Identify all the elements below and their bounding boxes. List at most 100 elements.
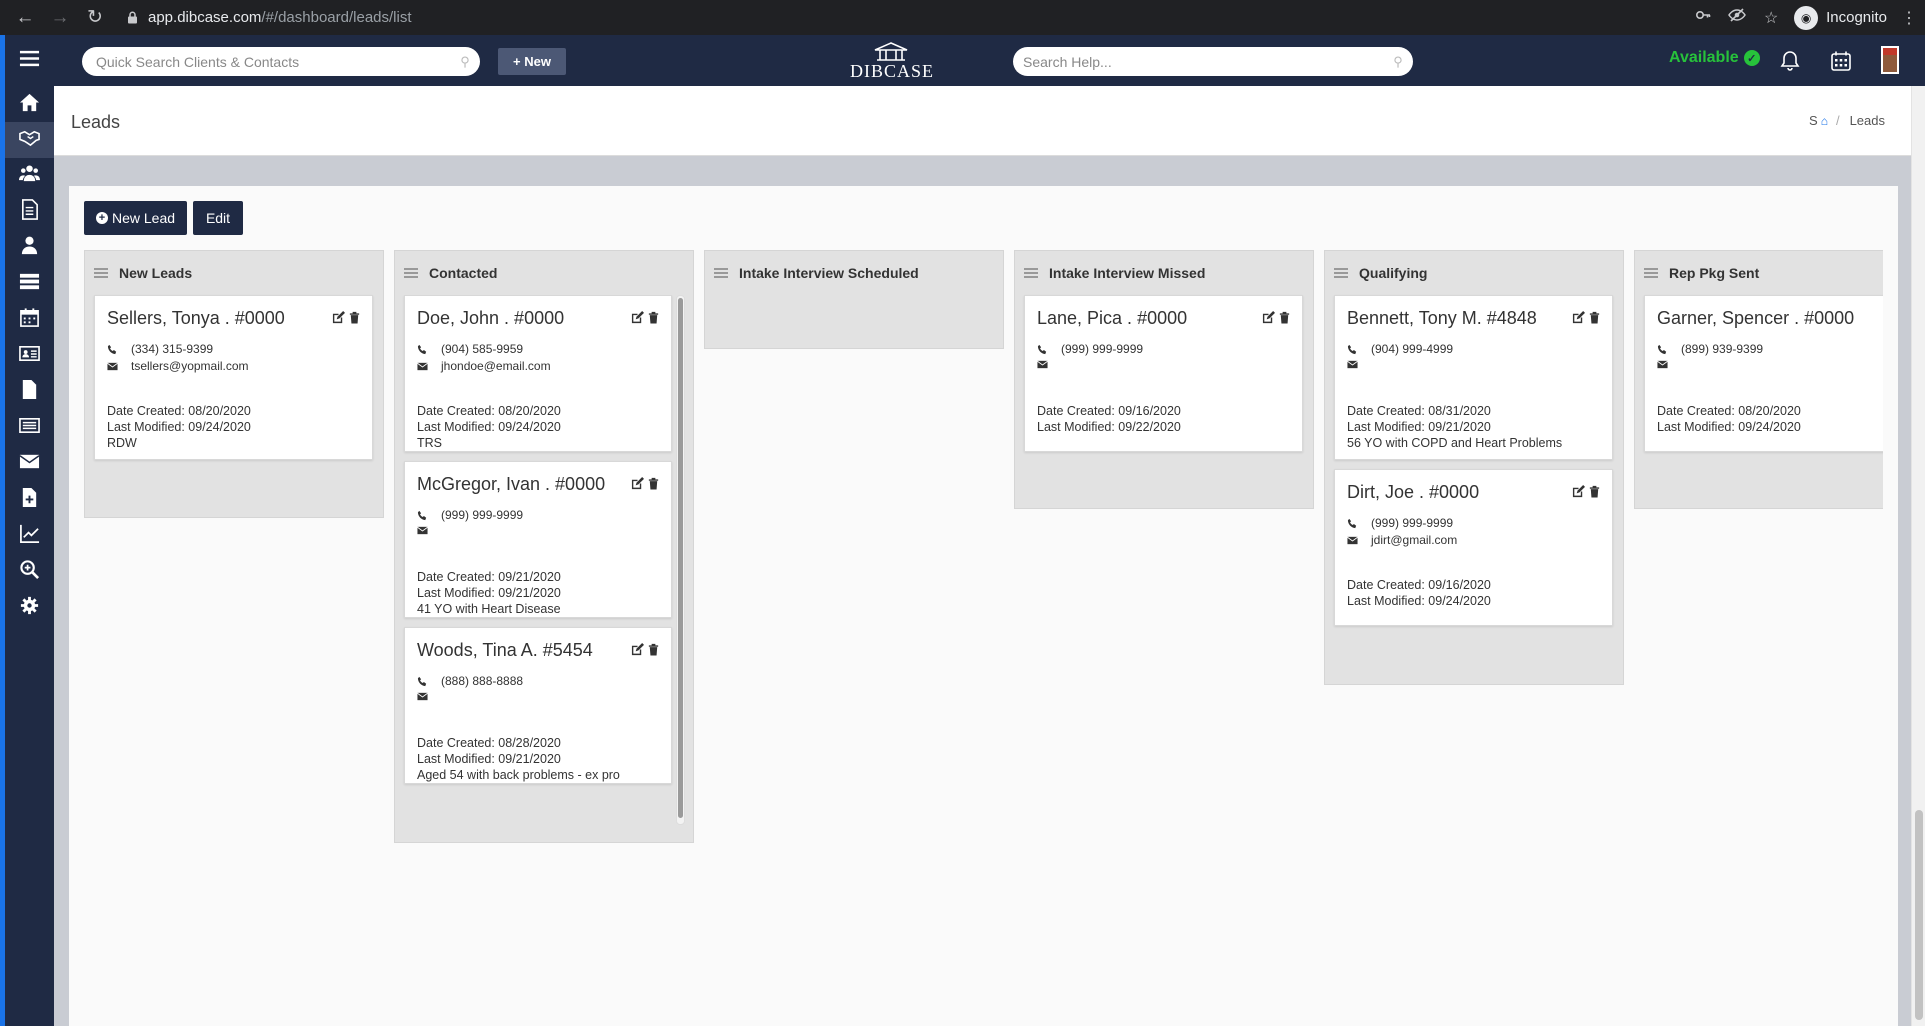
incognito-indicator[interactable]: ◉ Incognito	[1794, 5, 1887, 30]
column-header[interactable]: New Leads	[85, 251, 383, 295]
quick-search-input[interactable]	[96, 53, 450, 70]
sidebar-item-reports[interactable]	[5, 410, 54, 446]
forward-arrow-icon[interactable]: →	[47, 5, 73, 31]
lead-card[interactable]: Sellers, Tonya . #0000 (334) 315-9399 ts…	[94, 295, 373, 460]
bell-icon[interactable]	[1777, 48, 1803, 74]
key-icon[interactable]	[1686, 7, 1720, 28]
page-scrollbar[interactable]	[1911, 86, 1925, 1026]
star-icon[interactable]: ☆	[1754, 8, 1788, 28]
phone-icon	[1347, 344, 1371, 355]
edit-icon[interactable]	[631, 311, 644, 324]
drag-handle-icon[interactable]	[94, 268, 108, 278]
trash-icon[interactable]	[647, 643, 660, 656]
lead-card[interactable]: Dirt, Joe . #0000 (999) 999-9999 jdirt@g…	[1334, 469, 1613, 626]
search-icon[interactable]: ⚲	[1383, 54, 1413, 70]
calendar-grid-icon[interactable]	[1828, 48, 1854, 74]
drag-handle-icon[interactable]	[404, 268, 418, 278]
edit-icon[interactable]	[631, 477, 644, 490]
lead-phone[interactable]: (999) 999-9999	[1061, 342, 1143, 356]
lead-name[interactable]: Woods, Tina A. #5454	[417, 640, 593, 661]
column-scrollbar-thumb[interactable]	[678, 298, 683, 818]
drag-handle-icon[interactable]	[714, 268, 728, 278]
lead-card[interactable]: Lane, Pica . #0000 (999) 999-9999 Date C…	[1024, 295, 1303, 452]
lead-name[interactable]: Bennett, Tony M. #4848	[1347, 308, 1537, 329]
help-search-input[interactable]	[1023, 53, 1383, 70]
trash-icon[interactable]	[647, 311, 660, 324]
column-header[interactable]: Rep Pkg Sent	[1635, 251, 1883, 295]
edit-icon[interactable]	[1572, 311, 1585, 324]
lead-name[interactable]: Doe, John . #0000	[417, 308, 564, 329]
lead-phone[interactable]: (888) 888-8888	[441, 674, 523, 688]
sidebar-item-new-file[interactable]	[5, 482, 54, 518]
sidebar-item-calendar[interactable]	[5, 302, 54, 338]
column-scrollbar[interactable]	[676, 295, 685, 825]
sidebar-item-home[interactable]	[5, 87, 54, 122]
drag-handle-icon[interactable]	[1334, 268, 1348, 278]
lead-card[interactable]: Garner, Spencer . #0000 (899) 939-9399 D…	[1644, 295, 1883, 452]
lead-name[interactable]: Dirt, Joe . #0000	[1347, 482, 1479, 503]
sidebar-item-settings[interactable]	[5, 590, 54, 626]
trash-icon[interactable]	[1588, 311, 1601, 324]
column-header[interactable]: Intake Interview Scheduled	[705, 251, 1003, 295]
sidebar-item-documents[interactable]	[5, 194, 54, 230]
column-header[interactable]: Qualifying	[1325, 251, 1623, 295]
search-icon[interactable]: ⚲	[450, 54, 480, 70]
envelope-icon	[107, 361, 131, 372]
lead-card[interactable]: Doe, John . #0000 (904) 585-9959 jhondoe…	[404, 295, 672, 452]
lead-phone[interactable]: (899) 939-9399	[1681, 342, 1763, 356]
sidebar-item-search[interactable]	[5, 554, 54, 590]
sidebar-item-files[interactable]	[5, 374, 54, 410]
edit-icon[interactable]	[332, 311, 345, 324]
menu-toggle[interactable]	[5, 35, 54, 87]
column-header[interactable]: Contacted	[395, 251, 693, 295]
sidebar-item-analytics[interactable]	[5, 518, 54, 554]
sidebar-item-clients[interactable]	[5, 158, 54, 194]
home-icon[interactable]: ⌂	[1821, 114, 1828, 128]
sidebar-item-leads[interactable]	[5, 122, 54, 158]
lead-card[interactable]: Woods, Tina A. #5454 (888) 888-8888 Date…	[404, 627, 672, 784]
avatar[interactable]	[1881, 46, 1899, 74]
more-vert-icon[interactable]: ⋮	[1897, 8, 1921, 28]
availability-status[interactable]: Available ✓	[1669, 49, 1760, 67]
lead-name[interactable]: McGregor, Ivan . #0000	[417, 474, 605, 495]
trash-icon[interactable]	[1278, 311, 1291, 324]
address-bar[interactable]: app.dibcase.com/#/dashboard/leads/list	[122, 4, 1682, 32]
page-scrollbar-thumb[interactable]	[1915, 810, 1923, 1020]
trash-icon[interactable]	[348, 311, 361, 324]
eye-slash-icon[interactable]	[1720, 7, 1754, 28]
sidebar-item-mail[interactable]	[5, 446, 54, 482]
lead-phone[interactable]: (904) 585-9959	[441, 342, 523, 356]
drag-handle-icon[interactable]	[1024, 268, 1038, 278]
sidebar-item-contacts[interactable]	[5, 230, 54, 266]
lead-email[interactable]: tsellers@yopmail.com	[131, 359, 249, 373]
lead-card[interactable]: Bennett, Tony M. #4848 (904) 999-4999 Da…	[1334, 295, 1613, 460]
column-header[interactable]: Intake Interview Missed	[1015, 251, 1313, 295]
lead-phone[interactable]: (999) 999-9999	[441, 508, 523, 522]
trash-icon[interactable]	[647, 477, 660, 490]
edit-icon[interactable]	[1262, 311, 1275, 324]
edit-icon[interactable]	[1572, 485, 1585, 498]
lead-name[interactable]: Sellers, Tonya . #0000	[107, 308, 285, 329]
new-button[interactable]: + New	[498, 48, 566, 75]
trash-icon[interactable]	[1588, 485, 1601, 498]
lead-phone[interactable]: (904) 999-4999	[1371, 342, 1453, 356]
edit-icon[interactable]	[631, 643, 644, 656]
last-modified: Last Modified: 09/21/2020	[417, 586, 561, 600]
drag-handle-icon[interactable]	[1644, 268, 1658, 278]
lead-card[interactable]: McGregor, Ivan . #0000 (999) 999-9999 Da…	[404, 461, 672, 618]
sidebar-item-lists[interactable]	[5, 266, 54, 302]
dibcase-logo[interactable]: DIBCASE	[850, 40, 933, 82]
breadcrumb-root[interactable]: S	[1809, 113, 1818, 128]
sidebar-item-cards[interactable]	[5, 338, 54, 374]
lead-name[interactable]: Garner, Spencer . #0000	[1657, 308, 1854, 329]
lead-phone[interactable]: (334) 315-9399	[131, 342, 213, 356]
lead-phone[interactable]: (999) 999-9999	[1371, 516, 1453, 530]
back-arrow-icon[interactable]: ←	[12, 5, 38, 31]
edit-button[interactable]: Edit	[193, 201, 243, 235]
lead-email[interactable]: jdirt@gmail.com	[1371, 533, 1457, 547]
reload-icon[interactable]: ↻	[82, 5, 108, 31]
new-lead-button[interactable]: + New Lead	[84, 201, 187, 235]
lead-name[interactable]: Lane, Pica . #0000	[1037, 308, 1187, 329]
lead-email[interactable]: jhondoe@email.com	[441, 359, 551, 373]
column-card-list[interactable]: Doe, John . #0000 (904) 585-9959 jhondoe…	[395, 295, 685, 825]
